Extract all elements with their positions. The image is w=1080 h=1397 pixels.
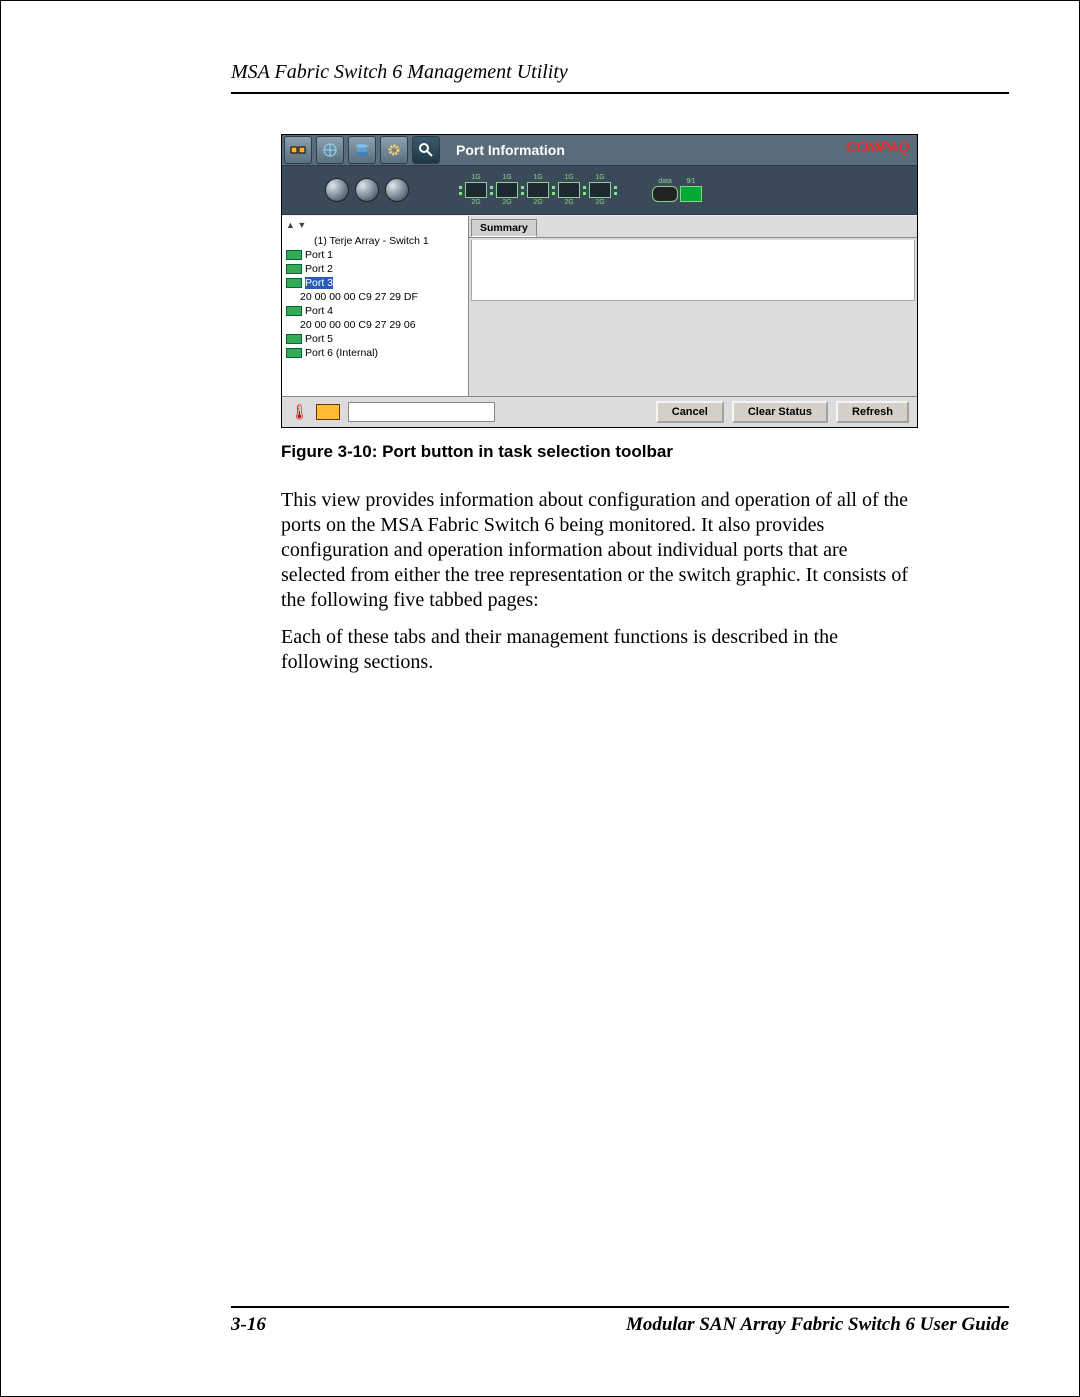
section-title: Port Information [456, 142, 565, 158]
port-icon [286, 250, 302, 260]
tree-node[interactable]: Port 3 [286, 276, 464, 290]
tree-node-child[interactable]: 20 00 00 00 C9 27 29 06 [300, 318, 464, 332]
footer-rule [231, 1306, 1009, 1308]
body-paragraph: Each of these tabs and their management … [281, 625, 916, 675]
tree-node[interactable]: Port 4 [286, 304, 464, 318]
port-icon [286, 334, 302, 344]
tab-summary[interactable]: Summary [471, 219, 537, 237]
clear-status-button[interactable]: Clear Status [732, 401, 828, 423]
front-port-icon[interactable] [527, 182, 549, 198]
knob-icon [325, 178, 349, 202]
app-window: Port Information COMPAQ 1G2G 1G2G 1G2G [281, 134, 918, 428]
footer-doc-title: Modular SAN Array Fabric Switch 6 User G… [626, 1314, 1009, 1336]
page-number: 3-16 [231, 1314, 266, 1336]
tree-node[interactable]: Port 2 [286, 262, 464, 276]
front-port-icon[interactable] [558, 182, 580, 198]
tree-node-child[interactable]: 20 00 00 00 C9 27 29 DF [300, 290, 464, 304]
tree-node[interactable]: Port 1 [286, 248, 464, 262]
status-field[interactable] [348, 402, 495, 422]
knob-icon [355, 178, 379, 202]
stack-button[interactable] [348, 136, 376, 164]
port-icon [286, 278, 302, 288]
port-icon [286, 348, 302, 358]
port-info-button[interactable] [412, 136, 440, 164]
tree-node[interactable]: Port 5 [286, 332, 464, 346]
sort-arrows-icon[interactable]: ▲ ▼ [286, 218, 464, 232]
device-graphic-row: 1G2G 1G2G 1G2G 1G2G 1G2G data 9∕1 [282, 166, 917, 215]
task-toolbar: Port Information COMPAQ [282, 135, 917, 166]
fabric-view-button[interactable] [316, 136, 344, 164]
port-icon [286, 306, 302, 316]
thermometer-icon: 🌡 [290, 403, 308, 421]
device-ports-panel: 1G2G 1G2G 1G2G 1G2G 1G2G data 9∕1 [452, 166, 917, 214]
brand-logo: COMPAQ [846, 139, 909, 156]
device-left-panel [282, 166, 452, 214]
tabs-row: Summary [469, 216, 917, 238]
front-port-icon[interactable] [465, 182, 487, 198]
refresh-button[interactable]: Refresh [836, 401, 909, 423]
status-bar: 🌡 Cancel Clear Status Refresh [282, 396, 917, 427]
gear-button[interactable] [380, 136, 408, 164]
tree-node[interactable]: Port 6 (Internal) [286, 346, 464, 360]
ethernet-port-icon[interactable] [680, 186, 702, 202]
figure-caption: Figure 3-10: Port button in task selecti… [281, 442, 916, 462]
front-port-icon[interactable] [496, 182, 518, 198]
port-icon [286, 264, 302, 274]
knob-icon [385, 178, 409, 202]
switch-view-button[interactable] [284, 136, 312, 164]
body-paragraph: This view provides information about con… [281, 488, 916, 613]
switch-status-icon [316, 404, 340, 420]
serial-port-icon[interactable] [652, 186, 678, 202]
running-header: MSA Fabric Switch 6 Management Utility [231, 61, 1009, 84]
tree-root[interactable]: (1) Terje Array - Switch 1 [314, 234, 464, 248]
header-rule [231, 92, 1009, 94]
front-port-icon[interactable] [589, 182, 611, 198]
table-empty-area [471, 240, 915, 301]
tree-pane[interactable]: ▲ ▼ (1) Terje Array - Switch 1 Port 1Por… [282, 216, 469, 396]
cancel-button[interactable]: Cancel [656, 401, 724, 423]
